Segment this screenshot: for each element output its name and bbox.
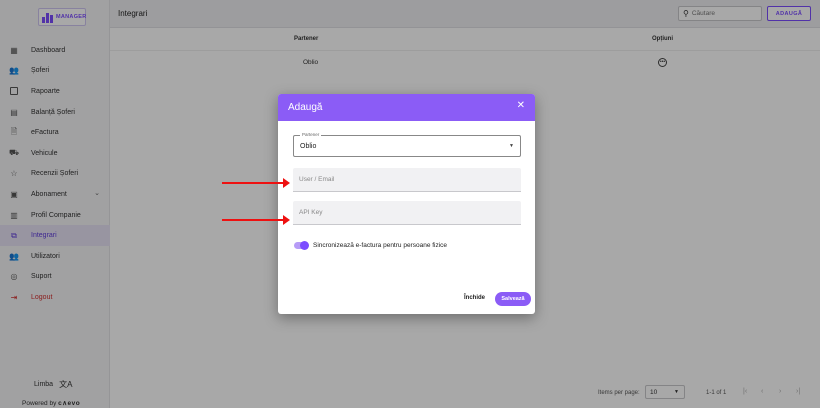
dropdown-arrow-icon: ▼ — [509, 143, 514, 149]
user-email-field[interactable] — [293, 168, 521, 192]
partener-value: Oblio — [300, 143, 317, 150]
sync-efactura-label: Sincronizează e-factura pentru persoane … — [313, 242, 448, 249]
annotation-arrow — [222, 178, 290, 188]
dialog-header: Adaugă ✕ — [278, 94, 535, 121]
sync-efactura-toggle[interactable] — [294, 240, 309, 250]
close-icon[interactable]: ✕ — [517, 100, 525, 111]
partener-select[interactable]: Partener Oblio ▼ — [293, 132, 521, 157]
partener-legend: Partener — [300, 132, 322, 137]
close-button[interactable]: Închide — [464, 295, 485, 301]
add-integration-dialog: Adaugă ✕ Partener Oblio ▼ Sincronizează … — [278, 94, 535, 314]
api-key-input[interactable] — [293, 201, 521, 224]
api-key-field[interactable] — [293, 201, 521, 225]
dialog-title: Adaugă — [288, 102, 323, 113]
annotation-arrow — [222, 215, 290, 225]
user-email-input[interactable] — [293, 168, 521, 191]
save-button[interactable]: Salvează — [495, 292, 531, 306]
